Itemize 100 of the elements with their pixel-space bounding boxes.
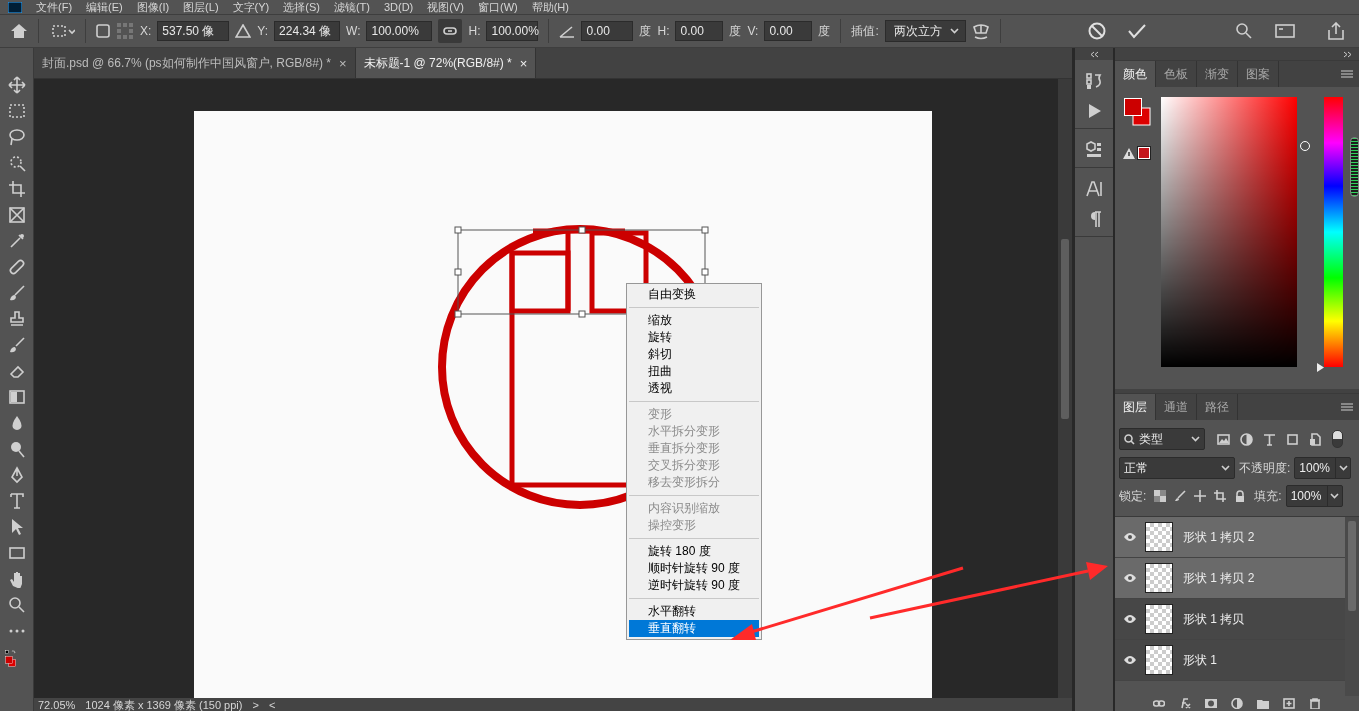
crop-icon[interactable] <box>1214 490 1227 502</box>
caret-icon[interactable] <box>1330 493 1340 499</box>
checkerboard-icon[interactable] <box>1154 490 1167 502</box>
interpolation-dropdown[interactable]: 两次立方 <box>884 20 966 42</box>
menu-item[interactable]: 斜切 <box>629 346 759 363</box>
workspace-icon[interactable] <box>1275 23 1297 39</box>
fx-icon[interactable] <box>1179 697 1191 709</box>
menu-item[interactable]: 垂直翻转 <box>629 620 759 637</box>
menu-item[interactable]: 顺时针旋转 90 度 <box>629 560 759 577</box>
link-icon[interactable] <box>1153 697 1165 709</box>
adjustment-filter-icon[interactable] <box>1240 432 1253 446</box>
color-swatches-icon[interactable] <box>1123 97 1153 127</box>
caret-icon[interactable] <box>949 28 959 34</box>
menu-item[interactable]: 逆时针旋转 90 度 <box>629 577 759 594</box>
input-field[interactable]: 0.00 <box>675 21 724 41</box>
input-field[interactable]: 100.00% <box>486 21 539 41</box>
smart-object-filter-icon[interactable] <box>1309 432 1322 446</box>
quick-selection-icon[interactable] <box>7 154 26 172</box>
close-button[interactable]: × <box>338 55 347 71</box>
hue-slider[interactable] <box>1317 97 1342 375</box>
crop-icon[interactable] <box>7 180 26 198</box>
collapse-icon[interactable] <box>1089 50 1099 58</box>
eye-icon[interactable] <box>1123 614 1137 624</box>
type-icon[interactable] <box>7 492 26 510</box>
layer-row[interactable]: 形状 1 <box>1115 640 1345 681</box>
menu-item[interactable]: 缩放 <box>629 312 759 329</box>
shape-filter-icon[interactable] <box>1286 432 1299 446</box>
menu-item[interactable]: 选择(S) <box>283 1 320 13</box>
input-field[interactable]: 537.50 像 <box>157 21 230 41</box>
caret-icon[interactable] <box>1221 465 1230 471</box>
caret-icon[interactable] <box>1191 436 1200 442</box>
input-field[interactable]: 0.00 <box>764 21 813 41</box>
move-icon[interactable] <box>1194 490 1207 502</box>
layer-row[interactable]: 形状 1 拷贝 <box>1115 599 1345 640</box>
link-button[interactable] <box>438 19 463 43</box>
scrollbar[interactable] <box>1058 79 1072 698</box>
menu-item[interactable]: 编辑(E) <box>86 1 123 13</box>
eye-icon[interactable] <box>1123 532 1137 542</box>
menu-item[interactable]: 扭曲 <box>629 363 759 380</box>
trash-icon[interactable] <box>1309 697 1321 709</box>
menu-item[interactable]: 旋转 <box>629 329 759 346</box>
menu-item[interactable]: 旋转 180 度 <box>629 543 759 560</box>
next-button[interactable]: > <box>252 698 259 711</box>
fill-field[interactable]: 100% <box>1285 485 1343 507</box>
filter-dropdown[interactable]: 类型 <box>1119 428 1205 450</box>
warp-icon[interactable] <box>971 22 990 40</box>
menu-item[interactable]: 视图(V) <box>427 1 464 13</box>
menu-item[interactable]: 图层(L) <box>183 1 219 13</box>
menu-icon[interactable] <box>1341 402 1353 412</box>
menu-item[interactable]: 水平翻转 <box>629 603 759 620</box>
history-icon[interactable] <box>1085 72 1103 90</box>
menu-item[interactable]: 图像(I) <box>136 1 170 13</box>
cancel-icon[interactable] <box>1086 21 1107 41</box>
marquee-icon[interactable] <box>7 102 26 120</box>
layer-row[interactable]: 形状 1 拷贝 2 <box>1115 558 1345 599</box>
hue-slider-handle[interactable] <box>1317 363 1325 372</box>
menu-item[interactable]: 帮助(H) <box>531 1 569 13</box>
brush-icon[interactable] <box>1174 490 1187 502</box>
gradient-icon[interactable] <box>7 388 26 406</box>
gamut-color-swatch[interactable] <box>1138 147 1150 159</box>
panel-tab[interactable]: 颜色 <box>1115 61 1156 87</box>
menu-item[interactable]: 透视 <box>629 380 759 397</box>
bandage-icon[interactable] <box>7 258 26 276</box>
menu-icon[interactable] <box>1341 69 1353 79</box>
lock-icon[interactable] <box>1234 490 1247 502</box>
folder-icon[interactable] <box>1257 697 1269 709</box>
input-field[interactable]: 100.00% <box>366 21 433 41</box>
menu-item[interactable]: 文件(F) <box>36 1 73 13</box>
new-layer-icon[interactable] <box>1283 697 1295 709</box>
history-brush-icon[interactable] <box>7 336 26 354</box>
rectangle-icon[interactable] <box>7 544 26 562</box>
menu-item[interactable]: 自由变换 <box>629 286 759 303</box>
menu-item[interactable]: 窗口(W) <box>477 1 518 13</box>
color-field[interactable] <box>1161 97 1298 367</box>
type-filter-icon[interactable] <box>1263 432 1276 446</box>
input-field[interactable]: 0.00 <box>581 21 634 41</box>
checkbox[interactable] <box>96 24 110 38</box>
mask-icon[interactable] <box>1205 697 1217 709</box>
blend-mode-dropdown[interactable]: 正常 <box>1119 457 1235 479</box>
caret-icon[interactable] <box>1338 465 1348 471</box>
previous-button[interactable]: < <box>268 698 276 711</box>
panel-tab[interactable]: 图层 <box>1115 394 1156 420</box>
home-icon[interactable] <box>10 23 28 39</box>
move-icon[interactable] <box>7 76 26 94</box>
character-icon[interactable] <box>1085 180 1103 198</box>
image-filter-icon[interactable] <box>1217 432 1230 446</box>
brush-icon[interactable] <box>7 284 26 302</box>
layer-row[interactable]: 形状 1 拷贝 2 <box>1115 517 1345 558</box>
opacity-field[interactable]: 100% <box>1294 457 1352 479</box>
scrollbar[interactable] <box>1345 517 1359 696</box>
zoom-icon[interactable] <box>7 596 26 614</box>
scrollbar[interactable] <box>1349 137 1359 197</box>
menu-item[interactable]: 3D(D) <box>383 1 414 13</box>
menu-item[interactable]: 滤镜(T) <box>333 1 370 13</box>
share-icon[interactable] <box>1327 22 1345 40</box>
stamp-icon[interactable] <box>7 310 26 328</box>
eye-icon[interactable] <box>1123 655 1137 665</box>
transform-icon[interactable] <box>49 23 75 39</box>
search-icon[interactable] <box>1235 22 1253 40</box>
triangle-icon[interactable] <box>235 24 252 38</box>
